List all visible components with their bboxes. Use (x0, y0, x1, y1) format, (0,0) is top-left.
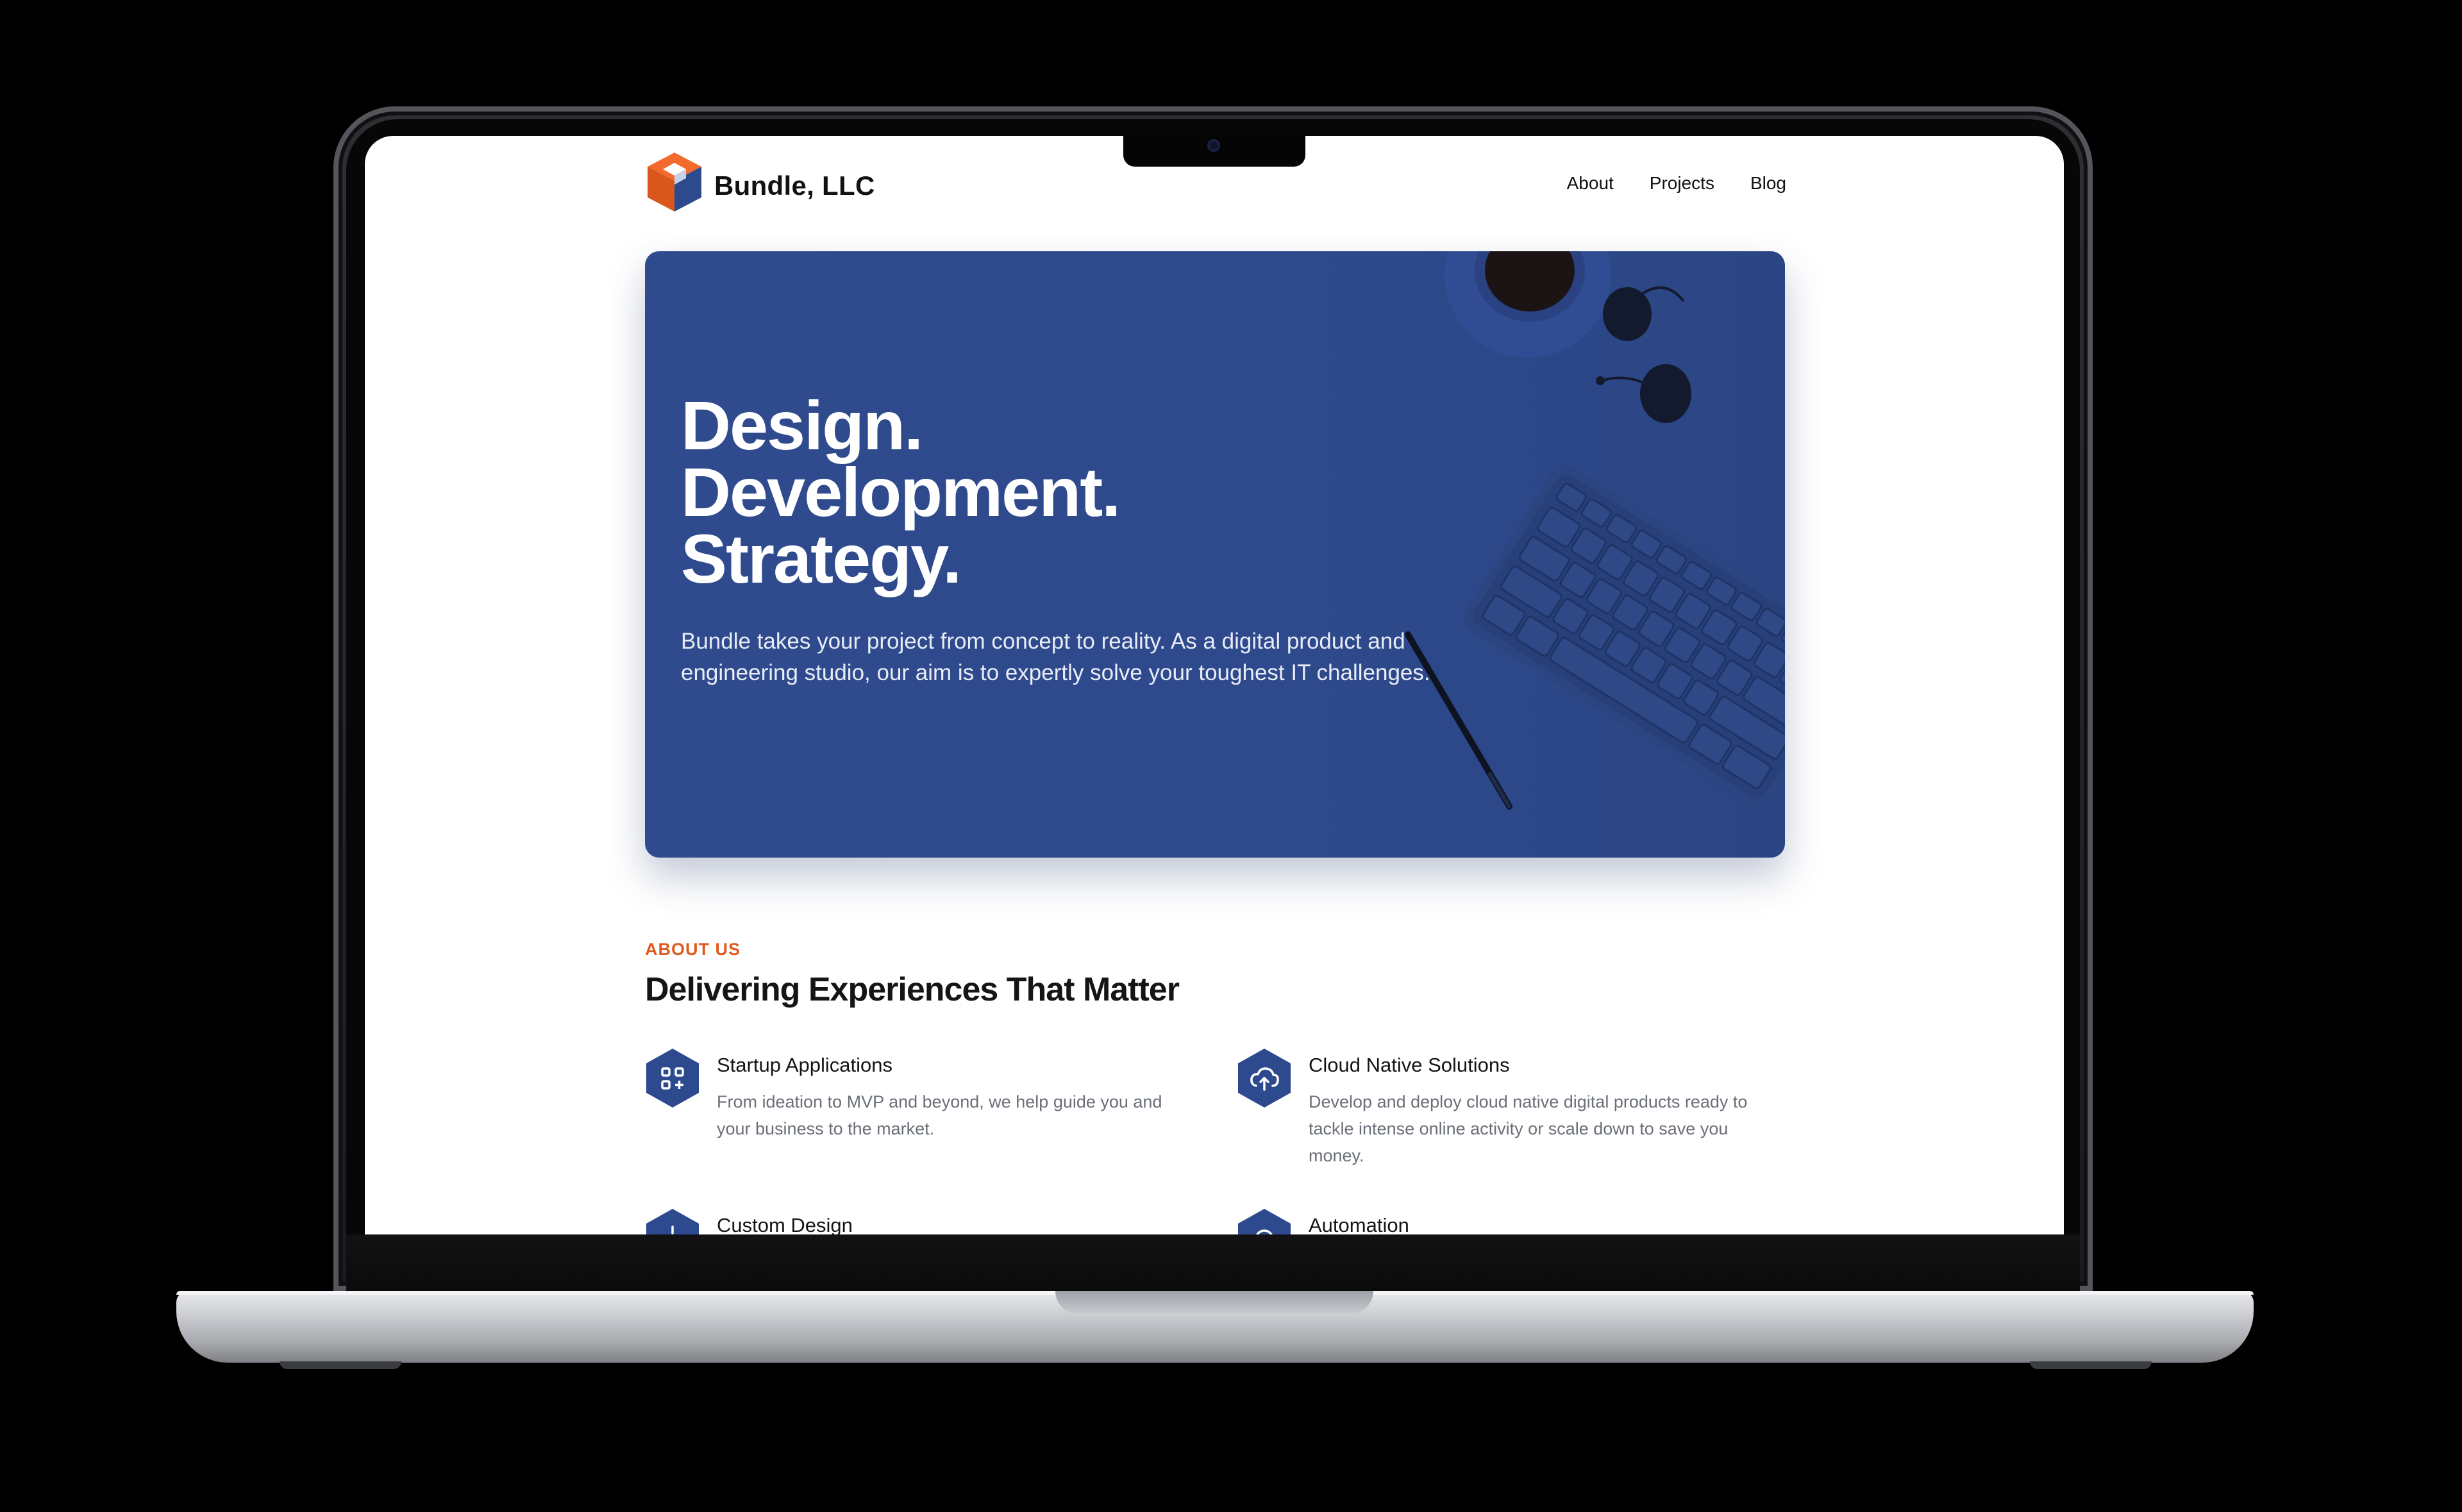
feature-title: Cloud Native Solutions (1309, 1054, 1510, 1076)
brand-name[interactable]: Bundle, LLC (714, 170, 875, 201)
nav-link-blog[interactable]: Blog (1750, 173, 1786, 194)
camera-icon (1207, 139, 1220, 152)
feature-description: Develop and deploy cloud native digital … (1309, 1092, 1748, 1165)
laptop-foot-left (280, 1361, 401, 1369)
feature-title: Custom Design (717, 1214, 853, 1234)
feature-description: From ideation to MVP and beyond, we help… (717, 1092, 1162, 1138)
feature-title: Automation (1309, 1214, 1409, 1234)
laptop-foot-right (2030, 1361, 2152, 1369)
laptop-screen: Bundle, LLC About Projects Blog Design. … (365, 136, 2064, 1234)
laptop-opening-notch (1055, 1291, 1373, 1314)
nav-link-about[interactable]: About (1567, 173, 1614, 194)
about-title: Delivering Experiences That Matter (645, 971, 1180, 1008)
hero-description: Bundle takes your project from concept t… (681, 629, 1430, 685)
sparkle-icon (646, 1209, 699, 1234)
screen-chin (346, 1234, 2080, 1291)
feature-title: Startup Applications (717, 1054, 893, 1076)
hero-title-line-strategy: Strategy. (681, 520, 962, 597)
apps-icon (646, 1049, 699, 1108)
hero-title: Design. Development. Strategy. (681, 386, 1121, 597)
desk-photo-image (1405, 251, 1785, 810)
nav-links: About Projects Blog (1567, 173, 1786, 194)
hero-title-line-development: Development. (681, 453, 1121, 531)
hero-banner: Design. Development. Strategy. Bundle ta… (645, 251, 1785, 858)
cloud-upload-icon (1238, 1049, 1291, 1108)
bundle-logo-icon[interactable] (645, 150, 704, 213)
nav-link-projects[interactable]: Projects (1650, 173, 1714, 194)
about-eyebrow: ABOUT US (645, 940, 741, 959)
hero-title-line-design: Design. (681, 386, 923, 464)
refresh-icon (1238, 1209, 1291, 1234)
